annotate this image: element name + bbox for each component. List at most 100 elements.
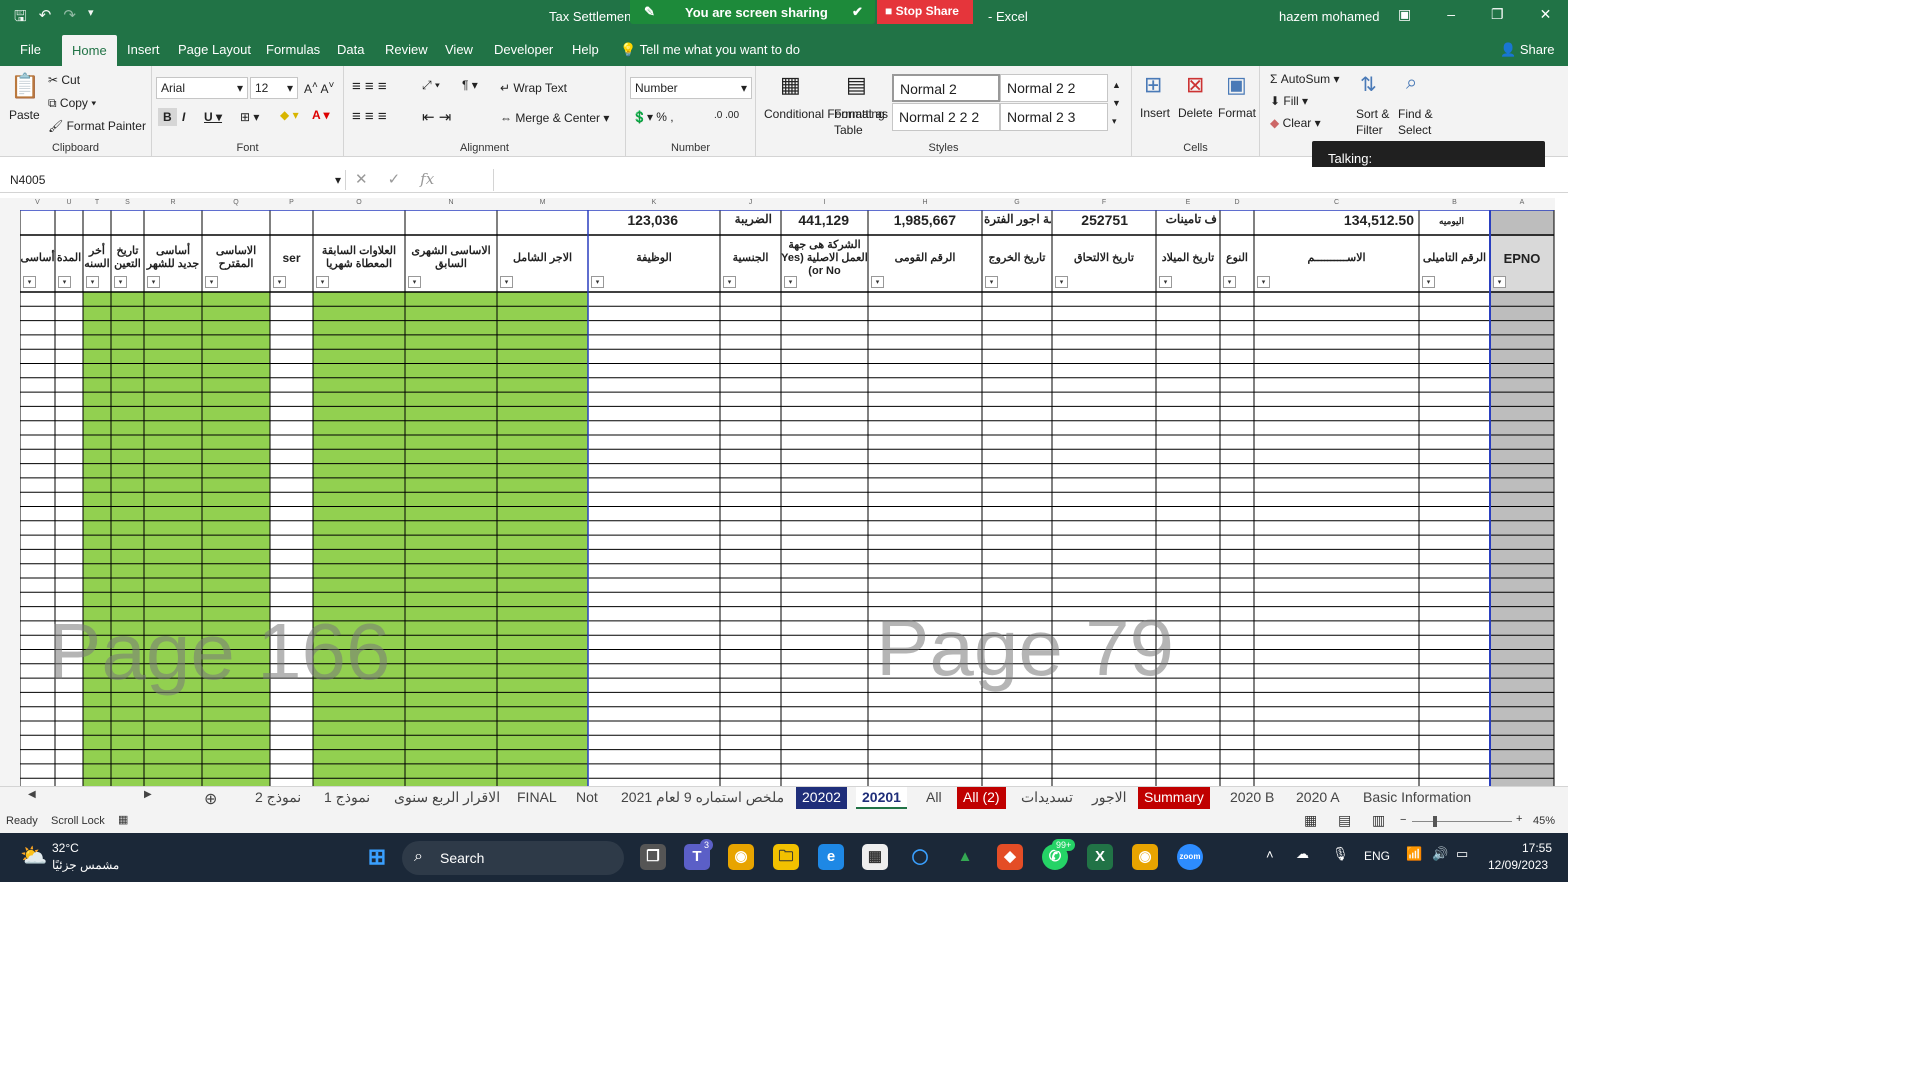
filter-dropdown-button[interactable]: ▾ [1223, 276, 1236, 288]
cortana-icon[interactable]: ◯ [907, 844, 933, 870]
undo-icon[interactable]: ↶ [39, 6, 52, 31]
name-box[interactable]: N4005 ▾ [6, 170, 346, 190]
battery-icon[interactable]: ▭ [1456, 846, 1468, 862]
restore-icon[interactable]: ❐ [1491, 6, 1504, 23]
column-letter[interactable]: J [749, 199, 753, 206]
borders-icon[interactable]: ⊞ ▾ [240, 110, 259, 124]
column-letter[interactable]: P [289, 199, 294, 206]
sheet-tab[interactable]: All [920, 787, 948, 809]
chrome-profile-icon[interactable]: ◉ [1132, 844, 1158, 870]
tab-home[interactable]: Home [62, 35, 117, 66]
filter-dropdown-button[interactable]: ▾ [58, 276, 71, 288]
worksheet-grid[interactable]: V U T S R Q P O N M K J I H G F E D C B A 123,036 الضريبة 44… [0, 198, 1568, 788]
tab-view[interactable]: View [445, 42, 473, 57]
paste-icon[interactable]: 📋 [10, 72, 40, 101]
merge-center-button[interactable]: ⇔ Merge & Center ▾ [500, 111, 609, 125]
column-letter[interactable]: H [922, 199, 927, 206]
weather-icon[interactable]: ⛅ [20, 843, 47, 869]
sheet-tab-active[interactable]: 20201 [856, 787, 907, 809]
macro-record-icon[interactable]: ▦ [118, 813, 128, 826]
column-letter[interactable]: K [652, 199, 657, 206]
tab-insert[interactable]: Insert [127, 42, 160, 57]
decimal-icon[interactable]: .0 .00 [714, 110, 739, 121]
formula-input[interactable] [493, 169, 1556, 191]
page-layout-view-icon[interactable]: ▤ [1338, 812, 1351, 829]
sheet-tab[interactable]: Not [570, 787, 604, 809]
filter-dropdown-button[interactable]: ▾ [23, 276, 36, 288]
clear-button[interactable]: ◆ Clear ▾ [1270, 116, 1321, 130]
sort-filter-icon[interactable]: ⇅ [1360, 72, 1377, 97]
filter-dropdown-button[interactable]: ▾ [1422, 276, 1435, 288]
format-painter-button[interactable]: 🖌 Format Painter [48, 119, 146, 133]
format-button[interactable]: Format [1218, 106, 1256, 120]
align-left-icon[interactable]: ≡ ≡ ≡ [352, 108, 387, 125]
column-letter[interactable]: D [1234, 199, 1239, 206]
column-letter[interactable]: R [170, 199, 175, 206]
close-icon[interactable]: ✕ [1540, 6, 1552, 23]
filter-dropdown-button[interactable]: ▾ [1493, 276, 1506, 288]
taskbar-search[interactable]: ⌕ Search [402, 841, 624, 875]
column-letter[interactable]: O [356, 199, 361, 206]
paste-button[interactable]: Paste [9, 108, 40, 122]
page-break-view-icon[interactable]: ▥ [1372, 812, 1385, 829]
sheet-tab[interactable]: الاقرار الربع سنوى [388, 787, 506, 809]
filter-dropdown-button[interactable]: ▾ [205, 276, 218, 288]
sheet-tab[interactable]: 2020 A [1290, 787, 1346, 809]
tab-help[interactable]: Help [572, 42, 599, 57]
new-sheet-icon[interactable]: ⊕ [198, 787, 223, 809]
column-letter[interactable]: S [125, 199, 130, 206]
align-top-icon[interactable]: ≡ ≡ ≡ [352, 78, 387, 95]
google-drive-icon[interactable]: ▲ [952, 844, 978, 870]
filter-dropdown-button[interactable]: ▾ [86, 276, 99, 288]
tell-me-search[interactable]: 💡 Tell me what you want to do [620, 42, 800, 58]
filter-dropdown-button[interactable]: ▾ [591, 276, 604, 288]
font-color-icon[interactable]: A ▾ [312, 108, 330, 122]
share-button[interactable]: 👤 Share [1500, 42, 1555, 58]
search-icon[interactable]: ⌕ [1406, 72, 1417, 95]
orientation-icon[interactable]: ⤢ ▾ [422, 78, 440, 93]
fill-color-icon[interactable]: ◆ ▾ [280, 108, 299, 122]
tab-file[interactable]: File [20, 42, 41, 57]
format-table-icon[interactable]: ▤ [846, 72, 867, 98]
language-indicator[interactable]: ENG [1364, 849, 1390, 863]
column-letter[interactable]: E [1186, 199, 1191, 206]
sheet-tab[interactable]: نموذج 2 [249, 787, 307, 809]
filter-dropdown-button[interactable]: ▾ [147, 276, 160, 288]
tab-developer[interactable]: Developer [494, 42, 553, 57]
task-view-icon[interactable]: ❐ [640, 844, 666, 870]
column-letter[interactable]: T [95, 199, 99, 206]
filter-dropdown-button[interactable]: ▾ [985, 276, 998, 288]
redo-icon[interactable]: ↷ [63, 6, 76, 31]
filter-dropdown-button[interactable]: ▾ [500, 276, 513, 288]
fx-icon[interactable]: fx [420, 170, 434, 188]
filter-dropdown-button[interactable]: ▾ [114, 276, 127, 288]
conditional-formatting-icon[interactable]: ▦ [780, 72, 801, 98]
wifi-icon[interactable]: 📶 [1406, 846, 1422, 862]
column-letter[interactable]: V [35, 199, 40, 206]
zoom-level[interactable]: 45% [1533, 815, 1555, 827]
autosum-button[interactable]: Σ AutoSum ▾ [1270, 72, 1339, 86]
font-name-select[interactable]: Arial ▾ [156, 77, 248, 99]
file-explorer-icon[interactable]: 🗀 [773, 844, 799, 870]
format-as-table-button[interactable]: Format as Table [834, 106, 890, 138]
zoom-out-icon[interactable]: − [1400, 814, 1406, 826]
currency-icon[interactable]: 💲▾ % , [632, 110, 674, 124]
cut-button[interactable]: ✂ Cut [48, 73, 80, 87]
filter-dropdown-button[interactable]: ▾ [1159, 276, 1172, 288]
tab-formulas[interactable]: Formulas [266, 42, 320, 57]
insert-button[interactable]: Insert [1140, 106, 1170, 120]
tray-chevron-icon[interactable]: ˄ [1266, 847, 1274, 862]
sort-filter-button[interactable]: Sort & Filter [1356, 106, 1396, 138]
tab-page-layout[interactable]: Page Layout [178, 42, 251, 57]
network-drive-icon[interactable]: ☁ [1296, 846, 1309, 862]
delete-button[interactable]: Delete [1178, 106, 1213, 120]
filter-dropdown-button[interactable]: ▾ [723, 276, 736, 288]
tab-data[interactable]: Data [337, 42, 364, 57]
enter-icon[interactable]: ✓ [388, 170, 401, 188]
clock-date[interactable]: 12/09/2023 [1488, 858, 1548, 872]
column-letter[interactable]: B [1452, 199, 1457, 206]
fill-button[interactable]: ⬇ Fill ▾ [1270, 94, 1308, 108]
sheet-tab[interactable]: نموذج 1 [318, 787, 376, 809]
windows-start-icon[interactable]: ⊞ [364, 844, 390, 870]
sheet-tab[interactable]: 20202 [796, 787, 847, 809]
